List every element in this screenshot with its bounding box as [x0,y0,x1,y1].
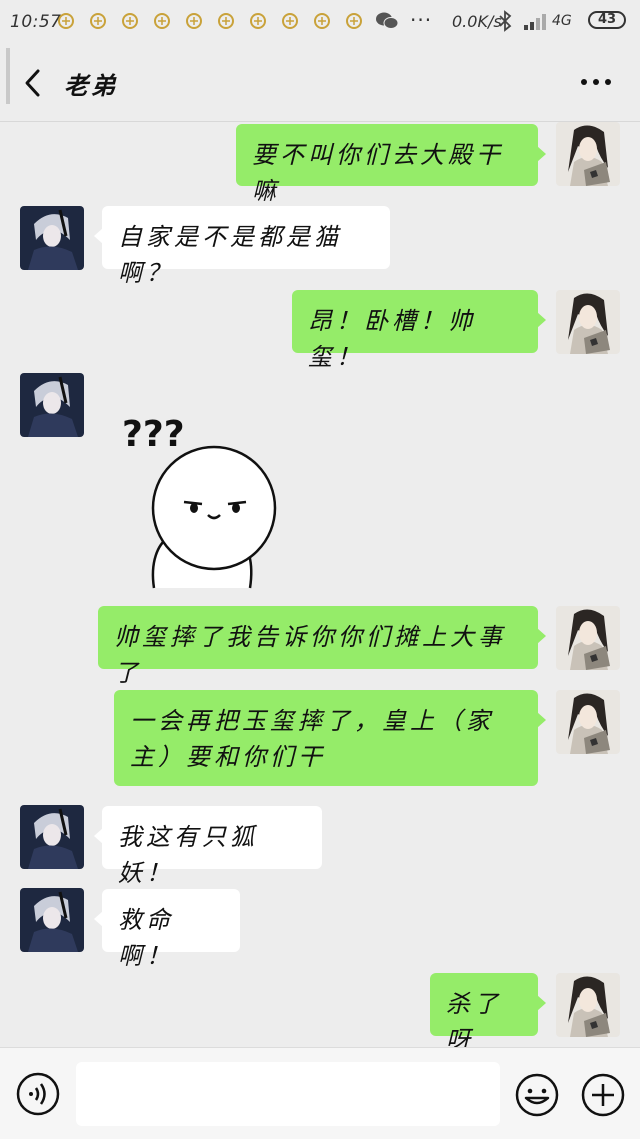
avatar-self[interactable] [556,606,620,670]
chat-header: 老弟 [0,44,640,122]
message-bubble-self[interactable]: 帅玺摔了我告诉你你们摊上大事了 [98,606,546,687]
more-dots-icon[interactable] [578,66,614,96]
notification-icon [154,13,170,29]
avatar-self[interactable] [556,690,620,754]
message-bubble-contact[interactable]: 救命啊！ [94,889,240,970]
chevron-left-icon[interactable] [18,66,48,100]
bluetooth-icon [499,10,512,32]
network-speed: 0.0K/s [452,12,502,31]
avatar-self[interactable] [556,973,620,1037]
plus-icon[interactable] [580,1072,626,1118]
message-bubble-contact[interactable]: 自家是不是都是猫啊？ [94,206,390,287]
status-time: 10:57 [10,12,62,32]
message-bubble-self[interactable]: 昂！卧槽！帅玺！ [292,290,546,371]
notification-icon [58,13,74,29]
chat-title: 老弟 [64,72,118,100]
sticker-image[interactable] [118,412,288,592]
notification-icon [122,13,138,29]
notification-icon [314,13,330,29]
battery-indicator: 43 [588,11,626,29]
emoji-icon[interactable] [514,1072,560,1118]
avatar-contact[interactable] [20,805,84,869]
message-bubble-contact[interactable]: 我这有只狐妖！ [94,806,322,887]
notification-icon [346,13,362,29]
status-bar: 10:57 ··· 0.0K/s 4G 43 [0,0,640,44]
message-input[interactable] [76,1062,500,1126]
notification-icon [90,13,106,29]
wechat-icon [376,12,399,29]
message-bubble-self[interactable]: 杀了呀 [430,973,546,1047]
avatar-self[interactable] [556,290,620,354]
notification-icon [218,13,234,29]
input-bar [0,1047,640,1139]
network-type: 4G [552,13,572,29]
signal-icon [524,14,546,30]
voice-icon[interactable] [16,1072,60,1116]
message-bubble-self[interactable]: 要不叫你们去大殿干嘛 [236,124,546,205]
avatar-contact[interactable] [20,888,84,952]
notification-icon [282,13,298,29]
chat-area[interactable]: 要不叫你们去大殿干嘛 自家是不是都是猫啊？ 昂！卧槽！帅玺！ ??? 帅玺摔了我… [0,122,640,1047]
message-bubble-self[interactable]: 一会再把玉玺摔了，皇上（家主）要和你们干 [114,690,546,786]
more-notifications: ··· [410,8,433,32]
notification-icon [250,13,266,29]
notification-icon [186,13,202,29]
avatar-self[interactable] [556,122,620,186]
header-edge [6,48,10,104]
avatar-contact[interactable] [20,373,84,437]
avatar-contact[interactable] [20,206,84,270]
